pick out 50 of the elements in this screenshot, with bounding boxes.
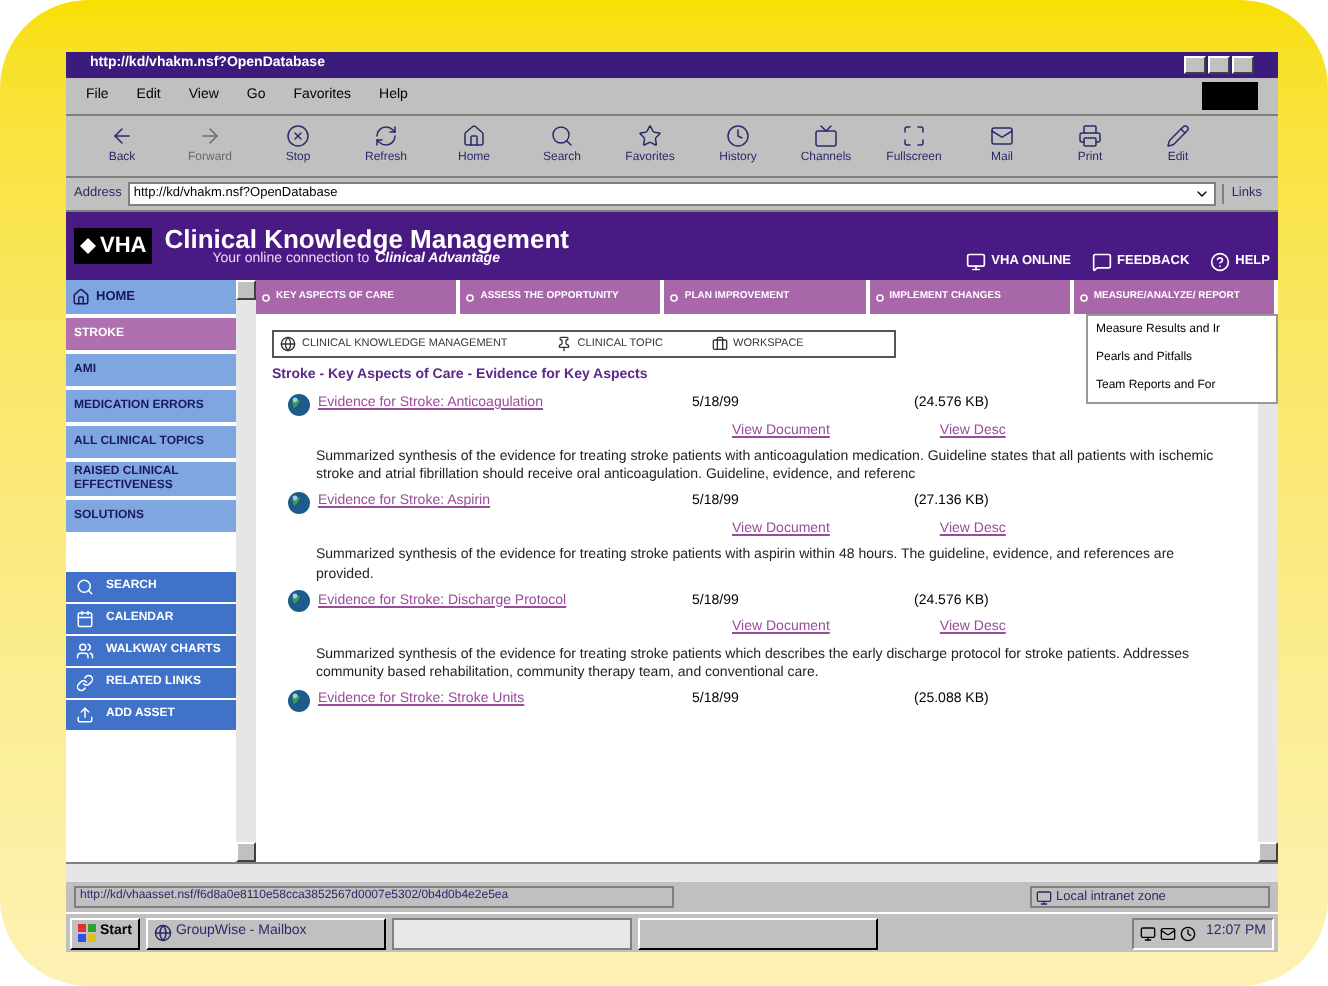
circle-icon <box>262 293 270 301</box>
search-icon <box>550 124 574 148</box>
circle-icon <box>466 293 475 301</box>
refresh-icon <box>374 124 398 148</box>
throbber <box>1202 82 1258 110</box>
forward-arrow-icon <box>198 124 222 148</box>
globe-icon <box>288 590 310 613</box>
speech-bubble-icon <box>1091 252 1112 272</box>
globe-icon <box>153 924 172 942</box>
mail-icon <box>990 124 1014 148</box>
star-icon <box>638 124 662 148</box>
vha-logo: VHA <box>74 228 153 264</box>
monitor-icon <box>965 252 986 272</box>
tv-icon <box>814 124 838 148</box>
back-arrow-icon <box>110 124 134 148</box>
windows-logo-icon <box>78 924 96 942</box>
diamond-icon <box>80 238 96 254</box>
upload-icon <box>76 706 94 725</box>
globe-icon <box>288 689 310 712</box>
clock-icon <box>726 124 750 148</box>
computer-icon <box>1036 889 1052 905</box>
scrollbar[interactable] <box>236 280 256 862</box>
help-icon <box>1209 252 1230 272</box>
circle-icon <box>670 293 679 301</box>
monitor-icon <box>1140 925 1157 941</box>
globe-icon <box>288 393 310 415</box>
maximize-icon <box>902 124 926 148</box>
globe-icon <box>280 336 296 352</box>
mail-icon <box>1160 925 1177 941</box>
globe-icon <box>288 491 310 514</box>
pencil-icon <box>1166 124 1190 148</box>
close-button[interactable] <box>1232 56 1254 74</box>
maximize-button[interactable] <box>1208 56 1230 74</box>
people-icon <box>76 642 94 661</box>
stop-icon <box>286 124 310 148</box>
briefcase-icon <box>711 336 727 352</box>
printer-icon <box>1078 124 1102 148</box>
search-icon <box>76 578 94 597</box>
scrollbar[interactable] <box>66 862 1278 882</box>
house-icon <box>72 288 90 306</box>
pin-icon <box>555 336 572 352</box>
site-title: Clinical Knowledge Management <box>164 226 569 252</box>
clock-icon <box>1180 925 1197 941</box>
circle-icon <box>1079 293 1088 301</box>
calendar-icon <box>76 610 94 629</box>
circle-icon <box>875 293 884 301</box>
house-icon <box>462 124 486 148</box>
dropdown-icon <box>1193 186 1210 202</box>
minimize-button[interactable] <box>1184 56 1206 74</box>
link-icon <box>76 674 94 693</box>
